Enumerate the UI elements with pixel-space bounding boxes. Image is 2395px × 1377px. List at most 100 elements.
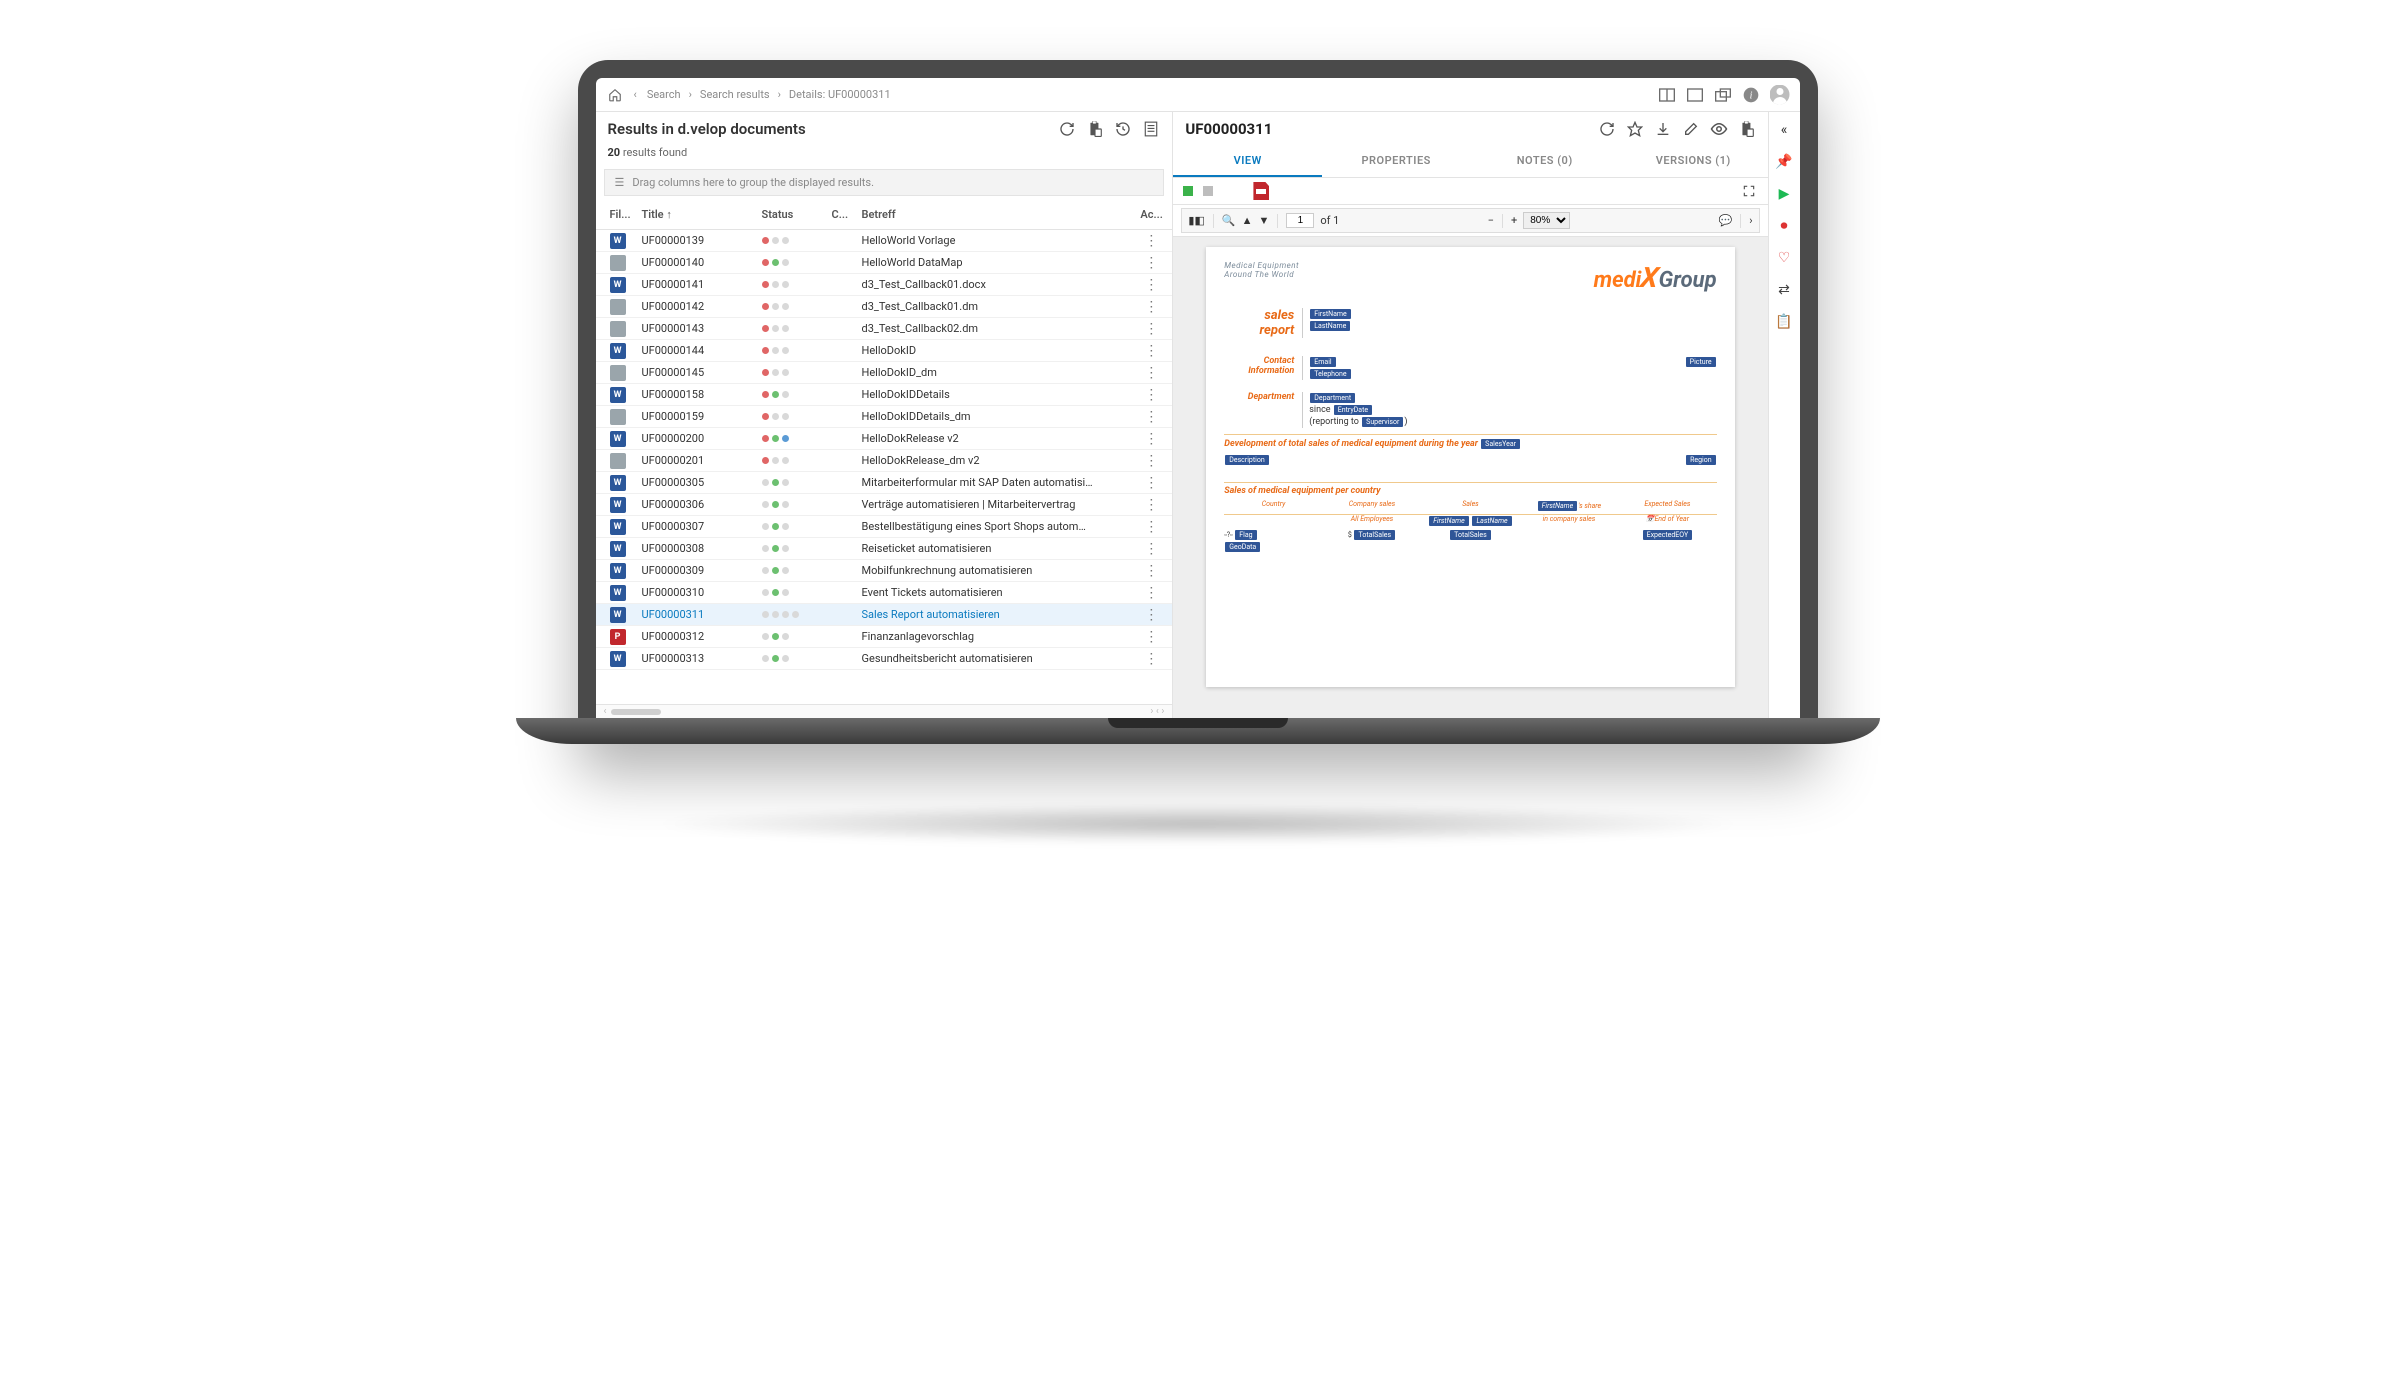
- group-drop-hint[interactable]: ☰ Drag columns here to group the display…: [604, 169, 1165, 196]
- rail-play-icon[interactable]: ▶: [1774, 184, 1794, 204]
- tab-view[interactable]: VIEW: [1173, 146, 1322, 177]
- status-dots: [762, 259, 820, 266]
- th-status[interactable]: Status: [756, 204, 826, 225]
- crumb-results[interactable]: Search results: [700, 88, 770, 101]
- table-row[interactable]: WUF00000139HelloWorld Vorlage⋮: [596, 230, 1173, 252]
- crumb-search[interactable]: Search: [647, 88, 681, 101]
- rail-workflow-icon[interactable]: ⇄: [1774, 280, 1794, 300]
- table-row[interactable]: UF00000159HelloDokIDDetails_dm⋮: [596, 406, 1173, 428]
- pdf-zoom-in-icon[interactable]: +: [1511, 214, 1517, 227]
- table-row[interactable]: WUF00000311Sales Report automatisieren⋮: [596, 604, 1173, 626]
- refresh-detail-icon[interactable]: [1598, 120, 1616, 138]
- table-row[interactable]: UF00000201HelloDokRelease_dm v2⋮: [596, 450, 1173, 472]
- pdf-prev-page-icon[interactable]: ▲: [1242, 214, 1253, 227]
- layout-popout-icon[interactable]: [1714, 86, 1732, 104]
- table-row[interactable]: WUF00000158HelloDokIDDetails⋮: [596, 384, 1173, 406]
- file-type-icon: [610, 409, 626, 425]
- th-title[interactable]: Title ↑: [636, 204, 756, 225]
- table-row[interactable]: UF00000145HelloDokID_dm⋮: [596, 362, 1173, 384]
- table-row[interactable]: UF00000142d3_Test_Callback01.dm⋮: [596, 296, 1173, 318]
- row-menu-icon[interactable]: ⋮: [1144, 277, 1158, 293]
- row-menu-icon[interactable]: ⋮: [1144, 255, 1158, 271]
- pdf-comment-icon[interactable]: 💬: [1719, 214, 1733, 227]
- row-menu-icon[interactable]: ⋮: [1144, 431, 1158, 447]
- table-row[interactable]: WUF00000309Mobilfunkrechnung automatisie…: [596, 560, 1173, 582]
- file-type-icon: P: [610, 629, 626, 645]
- rail-record-icon[interactable]: ⏺: [1774, 216, 1794, 236]
- row-menu-icon[interactable]: ⋮: [1144, 629, 1158, 645]
- table-row[interactable]: WUF00000144HelloDokID⋮: [596, 340, 1173, 362]
- pdf-search-icon[interactable]: 🔍: [1222, 214, 1236, 227]
- refresh-icon[interactable]: [1058, 120, 1076, 138]
- row-menu-icon[interactable]: ⋮: [1144, 475, 1158, 491]
- pdf-file-icon[interactable]: [1253, 182, 1269, 200]
- th-actions[interactable]: Ac...: [1134, 204, 1164, 225]
- pdf-next-page-icon[interactable]: ▼: [1258, 214, 1269, 227]
- pdf-preview-viewport[interactable]: Medical Equipment Around The World mediX…: [1173, 237, 1767, 718]
- rail-pin-icon[interactable]: 📌: [1774, 152, 1794, 172]
- rail-favorite-icon[interactable]: ♡: [1774, 248, 1794, 268]
- status-dots: [762, 237, 820, 244]
- row-menu-icon[interactable]: ⋮: [1144, 299, 1158, 315]
- table-row[interactable]: WUF00000200HelloDokRelease v2⋮: [596, 428, 1173, 450]
- eye-icon[interactable]: [1710, 120, 1728, 138]
- row-menu-icon[interactable]: ⋮: [1144, 321, 1158, 337]
- row-subject: d3_Test_Callback01.dm: [856, 296, 1135, 317]
- table-row[interactable]: WUF00000310Event Tickets automatisieren⋮: [596, 582, 1173, 604]
- row-id: UF00000305: [636, 472, 756, 493]
- horizontal-scrollbar[interactable]: ‹› ‹ ›: [596, 704, 1173, 718]
- pdf-page-input[interactable]: [1286, 213, 1314, 228]
- row-menu-icon[interactable]: ⋮: [1144, 453, 1158, 469]
- tab-notes[interactable]: NOTES (0): [1470, 146, 1619, 177]
- row-subject: d3_Test_Callback01.docx: [856, 274, 1135, 295]
- row-menu-icon[interactable]: ⋮: [1144, 387, 1158, 403]
- row-menu-icon[interactable]: ⋮: [1144, 343, 1158, 359]
- clipboard-paste-icon[interactable]: [1086, 120, 1104, 138]
- row-menu-icon[interactable]: ⋮: [1144, 409, 1158, 425]
- th-betreff[interactable]: Betreff: [856, 204, 1135, 225]
- table-row[interactable]: WUF00000308Reiseticket automatisieren⋮: [596, 538, 1173, 560]
- rail-clipboard-icon[interactable]: 📋: [1774, 312, 1794, 332]
- th-file[interactable]: Fil...: [604, 204, 636, 225]
- star-icon[interactable]: [1626, 120, 1644, 138]
- table-row[interactable]: PUF00000312Finanzanlagevorschlag⋮: [596, 626, 1173, 648]
- tab-versions[interactable]: VERSIONS (1): [1619, 146, 1768, 177]
- download-icon[interactable]: [1654, 120, 1672, 138]
- row-menu-icon[interactable]: ⋮: [1144, 365, 1158, 381]
- row-menu-icon[interactable]: ⋮: [1144, 233, 1158, 249]
- fullscreen-icon[interactable]: [1740, 182, 1758, 200]
- crumb-details[interactable]: Details: UF00000311: [789, 88, 891, 101]
- table-row[interactable]: UF00000143d3_Test_Callback02.dm⋮: [596, 318, 1173, 340]
- pdf-toolbar: ▮◧ 🔍 ▲ ▼ of 1 − + 80% 💬 ›: [1173, 205, 1767, 237]
- tab-properties[interactable]: PROPERTIES: [1322, 146, 1471, 177]
- layout-single-icon[interactable]: [1686, 86, 1704, 104]
- th-c[interactable]: C...: [826, 204, 856, 225]
- pdf-sidebar-toggle-icon[interactable]: ▮◧: [1188, 214, 1204, 227]
- clipboard-icon[interactable]: [1738, 120, 1756, 138]
- table-row[interactable]: WUF00000141d3_Test_Callback01.docx⋮: [596, 274, 1173, 296]
- row-menu-icon[interactable]: ⋮: [1144, 519, 1158, 535]
- table-row[interactable]: WUF00000313Gesundheitsbericht automatisi…: [596, 648, 1173, 670]
- layout-dual-icon[interactable]: [1658, 86, 1676, 104]
- history-icon[interactable]: [1114, 120, 1132, 138]
- info-icon[interactable]: i: [1742, 86, 1760, 104]
- rail-collapse-icon[interactable]: «: [1774, 120, 1794, 140]
- row-menu-icon[interactable]: ⋮: [1144, 651, 1158, 667]
- pdf-zoom-select[interactable]: 80%: [1523, 212, 1570, 229]
- home-icon[interactable]: [606, 86, 624, 104]
- row-menu-icon[interactable]: ⋮: [1144, 541, 1158, 557]
- row-menu-icon[interactable]: ⋮: [1144, 585, 1158, 601]
- row-menu-icon[interactable]: ⋮: [1144, 607, 1158, 623]
- pdf-zoom-out-icon[interactable]: −: [1488, 214, 1494, 227]
- edit-icon[interactable]: [1682, 120, 1700, 138]
- user-avatar-icon[interactable]: [1770, 85, 1790, 105]
- table-row[interactable]: WUF00000306Verträge automatisieren | Mit…: [596, 494, 1173, 516]
- list-view-icon[interactable]: [1142, 120, 1160, 138]
- table-row[interactable]: UF00000140HelloWorld DataMap⋮: [596, 252, 1173, 274]
- table-row[interactable]: WUF00000307Bestellbestätigung eines Spor…: [596, 516, 1173, 538]
- table-row[interactable]: WUF00000305Mitarbeiterformular mit SAP D…: [596, 472, 1173, 494]
- row-menu-icon[interactable]: ⋮: [1144, 497, 1158, 513]
- row-menu-icon[interactable]: ⋮: [1144, 563, 1158, 579]
- pdf-more-icon[interactable]: ›: [1749, 214, 1752, 227]
- breadcrumb-back[interactable]: ‹: [634, 88, 637, 101]
